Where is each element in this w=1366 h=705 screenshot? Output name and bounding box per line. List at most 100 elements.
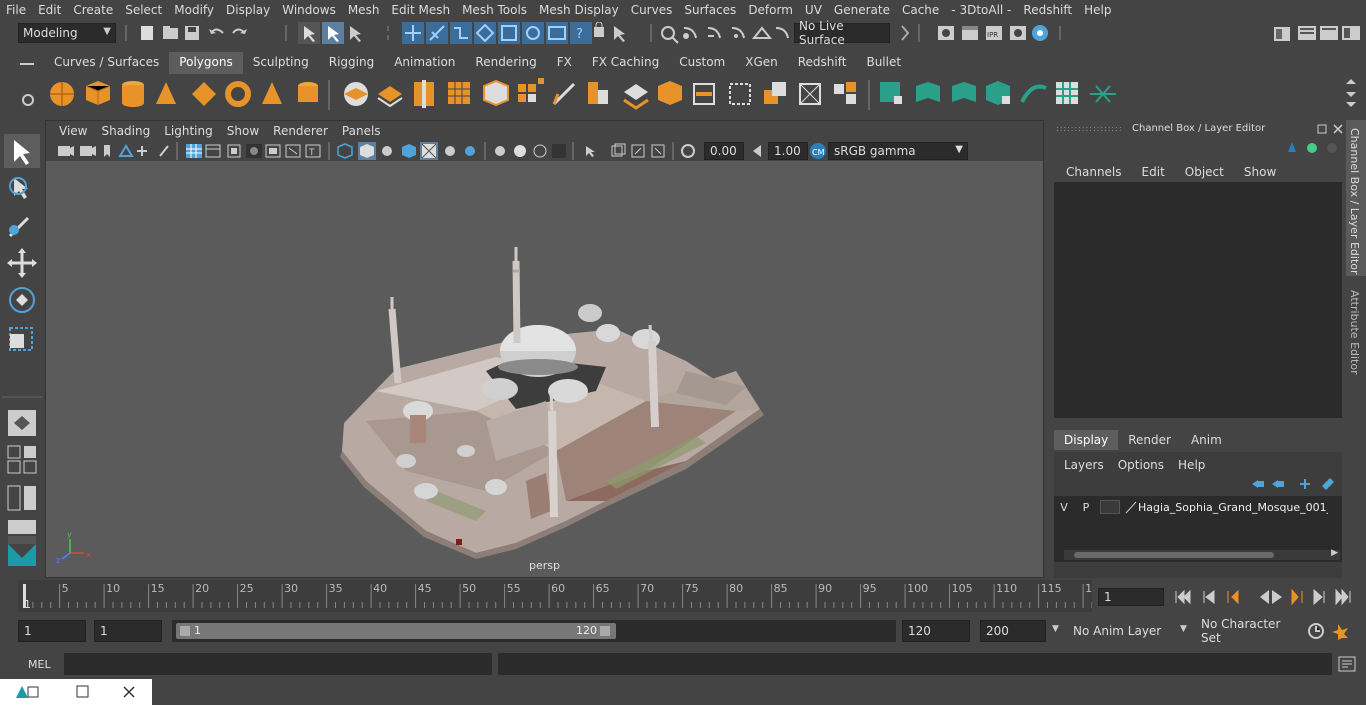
menu-create[interactable]: Create xyxy=(67,3,119,17)
live-surface-field[interactable]: No Live Surface xyxy=(794,19,890,47)
layer-playback-toggle[interactable]: P xyxy=(1076,501,1096,514)
menu-redshift[interactable]: Redshift xyxy=(1017,3,1078,17)
chevron-down-icon[interactable]: ▼ xyxy=(1052,624,1059,634)
layer-color-swatch[interactable] xyxy=(1100,500,1120,514)
channel-list[interactable] xyxy=(1054,182,1342,418)
layer-tab-display[interactable]: Display xyxy=(1054,430,1119,450)
viewport-menu-view[interactable]: View xyxy=(52,124,94,138)
menu-windows[interactable]: Windows xyxy=(276,3,342,17)
mel-label[interactable]: MEL xyxy=(28,658,51,671)
start-time-field[interactable]: 1 xyxy=(18,620,86,642)
range-right-icons[interactable] xyxy=(1306,622,1362,640)
menu-edit[interactable]: Edit xyxy=(32,3,67,17)
shelf-tab-fx-caching[interactable]: FX Caching xyxy=(582,52,669,74)
viewport-menu-lighting[interactable]: Lighting xyxy=(157,124,220,138)
shelf-handle-icons[interactable] xyxy=(18,56,38,116)
shelf-tab-animation[interactable]: Animation xyxy=(384,52,465,74)
shelf-tab-polygons[interactable]: Polygons xyxy=(169,52,243,74)
restore-icon[interactable] xyxy=(76,685,90,699)
exposure-field[interactable]: 0.00 xyxy=(704,142,744,160)
menu-display[interactable]: Display xyxy=(220,3,276,17)
playback-end-field[interactable]: 120 xyxy=(902,620,970,642)
viewport-menu-panels[interactable]: Panels xyxy=(335,124,388,138)
close-icon[interactable] xyxy=(122,685,136,699)
workspace-toggle-icons[interactable] xyxy=(1270,22,1366,44)
shelf-tab-custom[interactable]: Custom xyxy=(669,52,735,74)
menu-surfaces[interactable]: Surfaces xyxy=(678,3,742,17)
menu-mesh[interactable]: Mesh xyxy=(342,3,386,17)
render-toolbar-icons[interactable]: IPR xyxy=(898,22,1068,44)
channel-box-side-tab[interactable]: Channel Box / Layer Editor xyxy=(1346,120,1366,276)
layer-scrollbar-thumb[interactable] xyxy=(1074,552,1274,558)
layer-menu-help[interactable]: Help xyxy=(1172,456,1213,474)
character-set-dropdown[interactable]: No Character Set xyxy=(1196,617,1300,645)
color-management-icon[interactable]: CM xyxy=(809,142,827,160)
colorspace-dropdown[interactable]: sRGB gamma ▼ xyxy=(828,142,968,160)
viewport-menu-show[interactable]: Show xyxy=(220,124,266,138)
layer-tab-render[interactable]: Render xyxy=(1118,430,1181,450)
shelf-scroll-icons[interactable] xyxy=(1344,76,1358,110)
anim-layer-dropdown[interactable]: No Anim Layer xyxy=(1068,620,1178,642)
layer-row[interactable]: V P Hagia_Sophia_Grand_Mosque_001_la xyxy=(1054,498,1342,516)
panel-window-icons[interactable] xyxy=(1316,122,1346,136)
viewport-toolbar-icons[interactable]: T xyxy=(56,142,696,160)
channel-menu-object[interactable]: Object xyxy=(1175,162,1234,182)
time-slider[interactable]: 5 10 15 20 25 30 35 40 45 50 55 60 65 70 75 80 85 90 95 100… xyxy=(0,580,1366,616)
perspective-viewport[interactable]: View Shading Lighting Show Renderer Panels T xyxy=(45,120,1044,578)
gamma-icon[interactable] xyxy=(750,143,766,159)
viewport-scene[interactable]: x y z xyxy=(46,161,1043,577)
shelf-tab-fx[interactable]: FX xyxy=(547,52,582,74)
shelf-tab-rendering[interactable]: Rendering xyxy=(465,52,546,74)
panel-grip[interactable]: :::::::::::::::::: xyxy=(1056,124,1123,133)
timeline-ticks[interactable]: 5 10 15 20 25 30 35 40 45 50 55 60 65 70 75 80 85 90 95 100… xyxy=(18,580,1092,612)
menu-cache[interactable]: Cache xyxy=(896,3,945,17)
playback-start-field[interactable]: 1 xyxy=(94,620,162,642)
layer-menu-options[interactable]: Options xyxy=(1112,456,1172,474)
attribute-editor-side-tab[interactable]: Attribute Editor xyxy=(1346,282,1366,382)
playback-controls[interactable] xyxy=(1174,588,1360,606)
range-end-grip[interactable] xyxy=(600,626,610,636)
menu-generate[interactable]: Generate xyxy=(828,3,896,17)
viewport-menu-renderer[interactable]: Renderer xyxy=(266,124,335,138)
polygons-shelf-icons[interactable] xyxy=(46,76,1126,116)
range-slider-handle[interactable]: 1 120 xyxy=(176,623,616,639)
menu-3dtoall[interactable]: - 3DtoAll - xyxy=(945,3,1017,17)
layer-scrollbar[interactable]: ▶ xyxy=(1064,548,1340,560)
range-slider[interactable]: 1 120 xyxy=(172,620,896,642)
channel-menu-edit[interactable]: Edit xyxy=(1132,162,1175,182)
menu-mesh-display[interactable]: Mesh Display xyxy=(533,3,625,17)
range-start-grip[interactable] xyxy=(180,626,190,636)
shelf-tab-curves-surfaces[interactable]: Curves / Surfaces xyxy=(44,52,169,74)
menu-mesh-tools[interactable]: Mesh Tools xyxy=(456,3,533,17)
shelf-tab-sculpting[interactable]: Sculpting xyxy=(243,52,319,74)
shelf-tab-bullet[interactable]: Bullet xyxy=(856,52,911,74)
selection-snap-icons[interactable]: ? xyxy=(298,22,638,44)
menu-select[interactable]: Select xyxy=(119,3,168,17)
gamma-field[interactable]: 1.00 xyxy=(768,142,808,160)
menu-uv[interactable]: UV xyxy=(799,3,828,17)
menu-modify[interactable]: Modify xyxy=(168,3,220,17)
menu-help[interactable]: Help xyxy=(1078,3,1117,17)
layer-visibility-toggle[interactable]: V xyxy=(1054,501,1074,514)
channel-menu-channels[interactable]: Channels xyxy=(1056,162,1132,182)
end-time-field[interactable]: 200 xyxy=(980,620,1046,642)
script-editor-icon[interactable] xyxy=(1338,656,1356,672)
mode-selector[interactable]: Modeling ▼ xyxy=(18,23,116,43)
menu-edit-mesh[interactable]: Edit Mesh xyxy=(385,3,456,17)
mel-input[interactable] xyxy=(64,653,492,675)
chevron-down-icon[interactable]: ▼ xyxy=(1180,624,1187,634)
menu-curves[interactable]: Curves xyxy=(625,3,679,17)
layer-tab-anim[interactable]: Anim xyxy=(1181,430,1232,450)
scroll-right-icon[interactable]: ▶ xyxy=(1331,548,1338,558)
layer-name[interactable]: Hagia_Sophia_Grand_Mosque_001_la xyxy=(1138,501,1328,514)
file-toolbar-icons[interactable] xyxy=(125,23,295,43)
viewport-menu-shading[interactable]: Shading xyxy=(94,124,157,138)
maya-window-icon[interactable] xyxy=(14,684,42,700)
menu-file[interactable]: File xyxy=(0,3,32,17)
layer-action-icons[interactable] xyxy=(1248,476,1340,492)
shelf-tab-rigging[interactable]: Rigging xyxy=(319,52,384,74)
shelf-tab-xgen[interactable]: XGen xyxy=(735,52,788,74)
current-frame-field[interactable]: 1 xyxy=(1098,588,1164,606)
channel-menu-show[interactable]: Show xyxy=(1234,162,1286,182)
snap-toggle-icons[interactable] xyxy=(650,22,790,44)
